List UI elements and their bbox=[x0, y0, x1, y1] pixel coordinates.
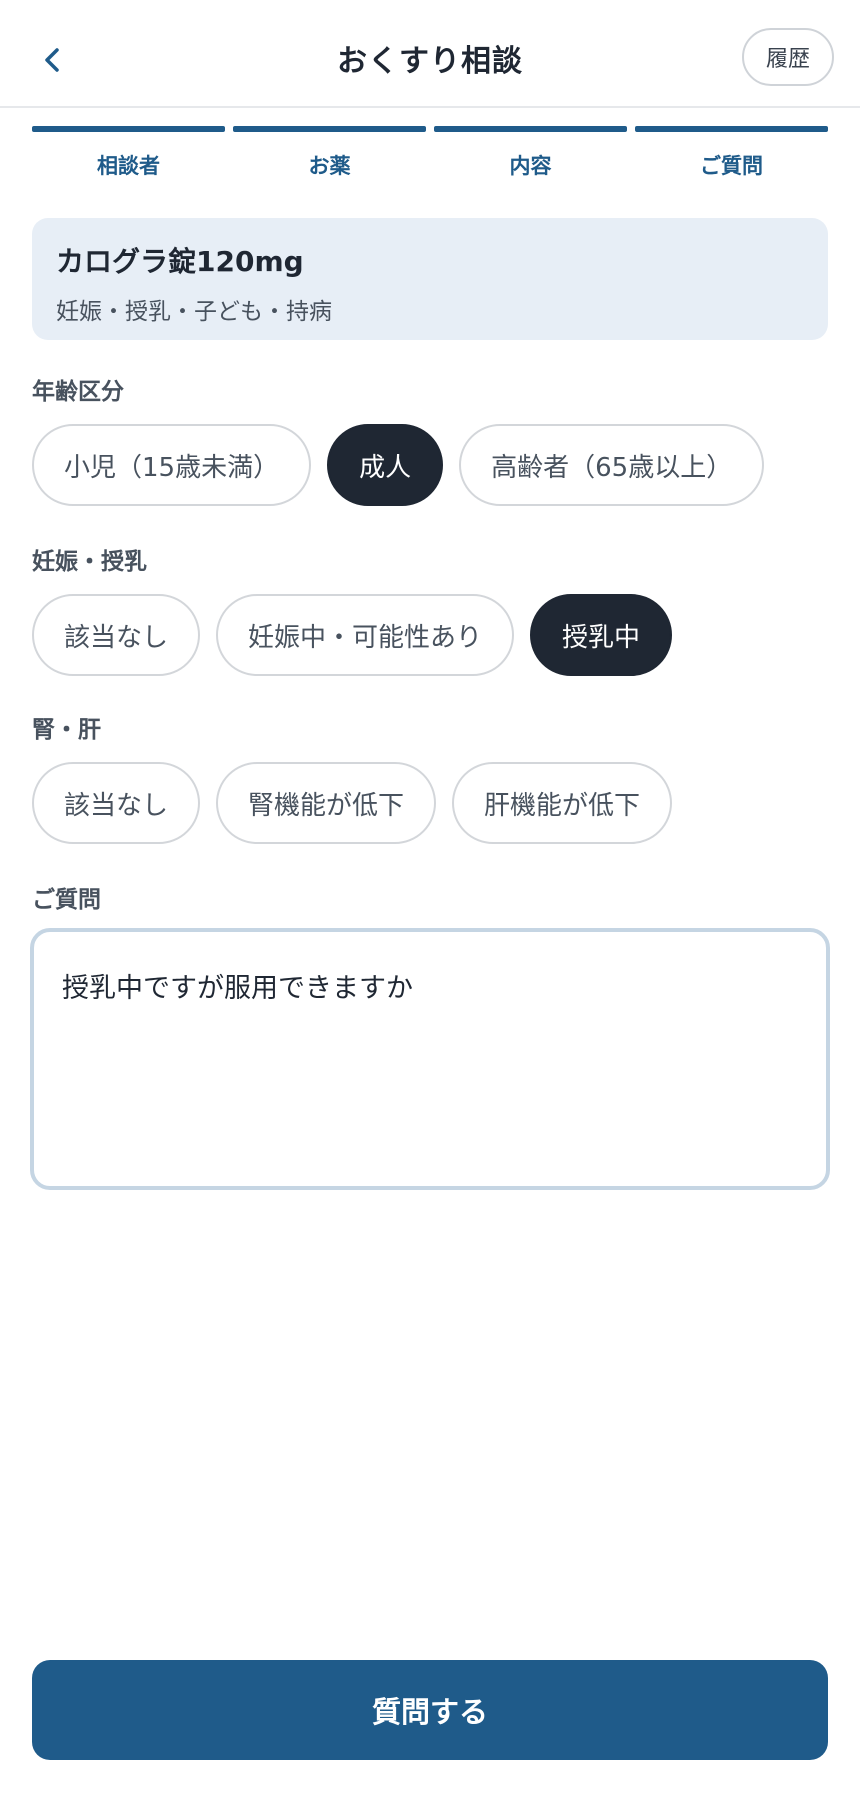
organ-option-none[interactable]: 該当なし bbox=[32, 762, 201, 844]
step-bar bbox=[635, 126, 828, 132]
age-option-child[interactable]: 小児（15歳未満） bbox=[32, 424, 312, 506]
pregnancy-option-breastfeeding[interactable]: 授乳中 bbox=[530, 594, 673, 676]
consultation-page: おくすり相談 履歴 相談者 お薬 内容 ご質問 カログラ錠120mg 妊娠・授乳… bbox=[0, 0, 860, 1800]
organ-section-label: 腎・肝 bbox=[32, 717, 101, 743]
drug-name: カログラ錠120mg bbox=[56, 245, 304, 278]
organ-option-liver[interactable]: 肝機能が低下 bbox=[452, 762, 673, 844]
pregnancy-option-none[interactable]: 該当なし bbox=[32, 594, 201, 676]
drug-card: カログラ錠120mg 妊娠・授乳・子ども・持病 bbox=[32, 218, 828, 340]
step-label: 内容 bbox=[509, 154, 552, 178]
page-title: おくすり相談 bbox=[337, 44, 523, 79]
history-button[interactable]: 履歴 bbox=[742, 28, 834, 86]
drug-tags: 妊娠・授乳・子ども・持病 bbox=[56, 299, 332, 325]
pregnancy-options: 該当なし 妊娠中・可能性あり 授乳中 bbox=[32, 594, 673, 676]
step-consultant[interactable]: 相談者 bbox=[32, 126, 225, 186]
step-label: お薬 bbox=[308, 154, 351, 178]
step-bar bbox=[233, 126, 426, 132]
step-question[interactable]: ご質問 bbox=[635, 126, 828, 186]
question-section-label: ご質問 bbox=[32, 887, 101, 913]
organ-options: 該当なし 腎機能が低下 肝機能が低下 bbox=[32, 762, 673, 844]
step-label: ご質問 bbox=[700, 154, 763, 178]
age-section-label: 年齢区分 bbox=[32, 379, 124, 405]
step-medicine[interactable]: お薬 bbox=[233, 126, 426, 186]
submit-question-button[interactable]: 質問する bbox=[32, 1660, 828, 1760]
step-bar bbox=[434, 126, 627, 132]
app-header: おくすり相談 履歴 bbox=[0, 0, 860, 108]
age-option-adult[interactable]: 成人 bbox=[327, 424, 444, 506]
step-indicator: 相談者 お薬 内容 ご質問 bbox=[32, 126, 828, 186]
age-options: 小児（15歳未満） 成人 高齢者（65歳以上） bbox=[32, 424, 765, 506]
step-bar bbox=[32, 126, 225, 132]
pregnancy-option-pregnant[interactable]: 妊娠中・可能性あり bbox=[216, 594, 515, 676]
step-label: 相談者 bbox=[97, 154, 160, 178]
organ-option-kidney[interactable]: 腎機能が低下 bbox=[216, 762, 437, 844]
question-textarea[interactable]: 授乳中ですが服用できますか bbox=[30, 928, 830, 1190]
age-option-elderly[interactable]: 高齢者（65歳以上） bbox=[459, 424, 765, 506]
pregnancy-section-label: 妊娠・授乳 bbox=[32, 549, 147, 575]
step-content[interactable]: 内容 bbox=[434, 126, 627, 186]
